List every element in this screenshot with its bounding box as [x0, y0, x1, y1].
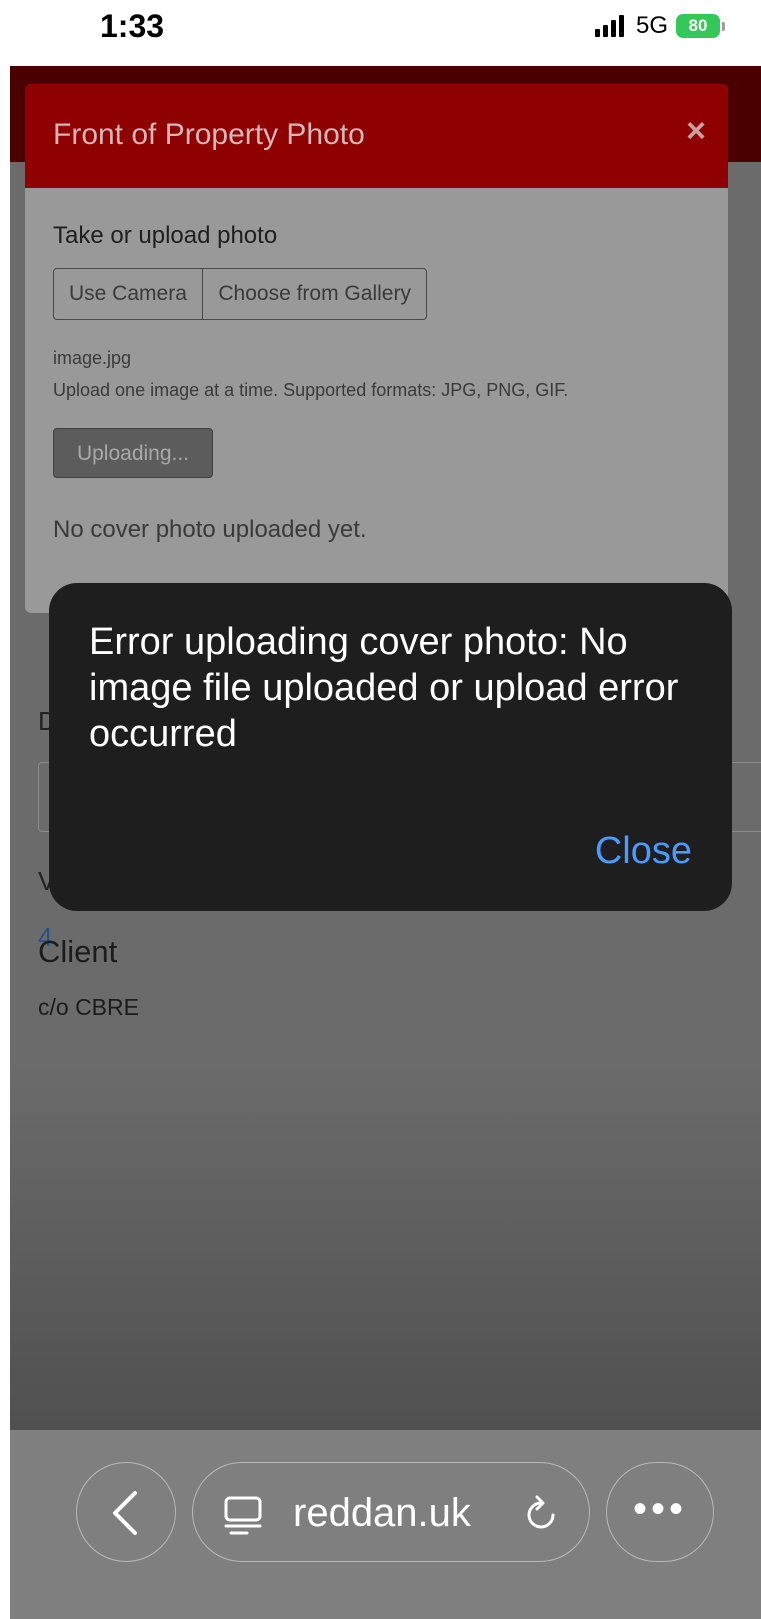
- page-lower-area: [10, 1066, 761, 1430]
- status-time: 1:33: [100, 8, 165, 44]
- client-value: c/o CBRE: [38, 994, 139, 1020]
- photo-source-button-group: Use Camera Choose from Gallery: [53, 268, 427, 320]
- browser-toolbar: reddan.uk •••: [10, 1430, 761, 1619]
- battery-level: 80: [688, 16, 708, 35]
- upload-hint: Upload one image at a time. Supported fo…: [53, 380, 569, 400]
- status-bar: 1:33 5G 80: [0, 0, 761, 66]
- choose-gallery-button[interactable]: Choose from Gallery: [203, 269, 426, 319]
- modal-title: Front of Property Photo: [53, 118, 365, 151]
- photo-modal: Front of Property Photo × Take or upload…: [25, 84, 728, 613]
- ellipsis-icon: •••: [632, 1487, 687, 1531]
- selected-file-name: image.jpg: [53, 348, 132, 368]
- battery-icon: 80: [676, 14, 720, 38]
- client-heading: Client: [38, 934, 118, 969]
- signal-icon: [594, 15, 624, 37]
- battery-cap: [722, 21, 725, 31]
- screen: 1:33 5G 80 D V 4 Client c/o CBRE Front o…: [0, 0, 761, 1619]
- alert-close-button[interactable]: Close: [595, 830, 692, 873]
- take-photo-label: Take or upload photo: [53, 222, 278, 249]
- uploading-button[interactable]: Uploading...: [53, 428, 213, 478]
- page-menu-icon: [224, 1496, 262, 1535]
- close-icon[interactable]: ×: [686, 112, 706, 151]
- chevron-left-icon: [113, 1491, 137, 1535]
- use-camera-button[interactable]: Use Camera: [54, 269, 202, 319]
- network-label: 5G: [635, 12, 668, 39]
- status-indicators: 5G 80: [594, 12, 725, 40]
- error-alert-dialog: Error uploading cover photo: No image fi…: [49, 583, 732, 911]
- alert-message: Error uploading cover photo: No image fi…: [89, 621, 679, 755]
- back-button[interactable]: [76, 1462, 176, 1562]
- url-text: reddan.uk: [293, 1491, 471, 1535]
- more-options-button[interactable]: •••: [606, 1462, 714, 1562]
- address-bar[interactable]: reddan.uk: [192, 1462, 590, 1562]
- modal-header: Front of Property Photo ×: [25, 84, 728, 188]
- no-cover-message: No cover photo uploaded yet.: [53, 516, 367, 543]
- reload-icon[interactable]: [523, 1493, 559, 1533]
